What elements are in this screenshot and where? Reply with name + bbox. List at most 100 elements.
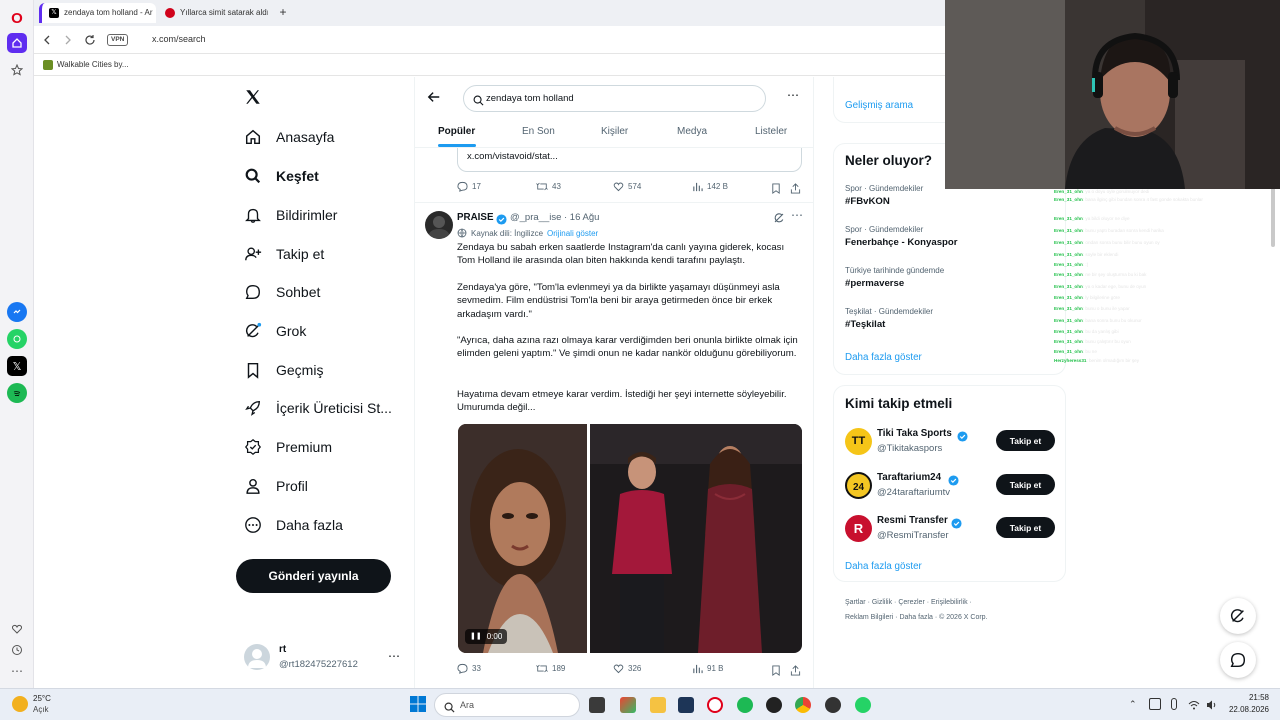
repost-button[interactable]: 43: [536, 181, 561, 192]
repost-button[interactable]: 189: [536, 663, 565, 674]
wifi-icon[interactable]: [1188, 698, 1200, 710]
x-app-icon[interactable]: 𝕏: [7, 356, 27, 376]
weather-moon-icon[interactable]: [12, 696, 28, 712]
bookmark-button[interactable]: [771, 181, 781, 199]
messenger-icon[interactable]: [7, 302, 27, 322]
tweet-date[interactable]: · 16 Ağu: [564, 212, 599, 223]
nav-notifications[interactable]: Bildirimler: [243, 200, 337, 230]
tweet-author-handle[interactable]: @_pra__ise: [510, 212, 561, 223]
tweet-menu-icon[interactable]: ⋯: [791, 208, 803, 222]
vpn-badge[interactable]: VPN: [107, 34, 129, 46]
microphone-icon[interactable]: [1171, 698, 1177, 710]
footer-terms[interactable]: Şartlar: [845, 599, 866, 606]
more-dots-icon[interactable]: ⋯: [7, 661, 27, 681]
messages-fab[interactable]: [1220, 642, 1256, 678]
spotify-taskbar-icon[interactable]: [737, 697, 753, 713]
share-button[interactable]: [790, 181, 801, 199]
like-button[interactable]: 326: [613, 663, 641, 674]
bookmark-button[interactable]: [771, 663, 781, 681]
bookmark-item[interactable]: Walkable Cities by...: [57, 60, 129, 69]
nav-premium[interactable]: Premium: [243, 432, 332, 462]
search-options-icon[interactable]: ⋯: [787, 88, 799, 102]
link-card[interactable]: x.com/vistavoid/stat...: [457, 148, 802, 172]
tray-chevron-icon[interactable]: ⌃: [1129, 699, 1137, 710]
opera-logo-icon[interactable]: O: [7, 8, 27, 28]
grok-fab[interactable]: [1220, 598, 1256, 634]
tab-popular[interactable]: Popüler: [438, 126, 475, 137]
whatsapp-taskbar-icon[interactable]: [855, 697, 871, 713]
suggest-name[interactable]: Resmi Transfer: [877, 515, 948, 526]
volume-icon[interactable]: [1206, 698, 1218, 710]
tab-inactive[interactable]: Yıllarca simit satarak aldığı: [158, 3, 268, 23]
nav-bookmarks[interactable]: Geçmiş: [243, 355, 323, 385]
nav-creator-studio[interactable]: İçerik Üreticisi St...: [243, 393, 392, 423]
reload-icon[interactable]: [84, 33, 96, 51]
follow-button[interactable]: Takip et: [996, 430, 1055, 451]
trend-item[interactable]: Teşkilat · Gündemdekiler #Teşkilat: [845, 307, 933, 330]
weather-temp[interactable]: 25°C: [33, 694, 51, 703]
back-arrow-icon[interactable]: [427, 90, 441, 109]
nav-grok[interactable]: Grok: [243, 316, 306, 346]
tab-media[interactable]: Medya: [677, 126, 707, 137]
footer-privacy[interactable]: Gizlilik: [872, 599, 892, 606]
forward-icon[interactable]: [63, 33, 73, 51]
windows-start-icon[interactable]: [410, 696, 426, 717]
home-workspace-icon[interactable]: [7, 33, 27, 53]
back-icon[interactable]: [42, 33, 52, 51]
url-field[interactable]: x.com/search: [152, 34, 206, 44]
x-logo-icon[interactable]: [244, 88, 262, 111]
advanced-search-link[interactable]: Gelişmiş arama: [845, 100, 913, 111]
msn-icon[interactable]: [620, 697, 636, 713]
trend-item[interactable]: Spor · Gündemdekiler Fenerbahçe - Konyas…: [845, 225, 958, 248]
tab-lists[interactable]: Listeler: [755, 126, 787, 137]
avatar[interactable]: [244, 644, 270, 670]
tweet-video[interactable]: ❚❚ 0:00: [458, 424, 587, 653]
trend-item[interactable]: Türkiye tarihinde gündemde #permaverse: [845, 266, 944, 289]
taskbar-search-input[interactable]: Ara: [434, 693, 580, 717]
history-icon[interactable]: [7, 640, 27, 660]
search-input[interactable]: zendaya tom holland: [463, 85, 766, 112]
obs-icon[interactable]: [825, 697, 841, 713]
store-icon[interactable]: [678, 697, 694, 713]
show-original-link[interactable]: Orijinali göster: [547, 229, 598, 238]
suggest-name[interactable]: Taraftarium24: [877, 472, 941, 483]
tab-active[interactable]: 𝕏 zendaya tom holland - Ar: [39, 3, 156, 23]
follow-button[interactable]: Takip et: [996, 517, 1055, 538]
views-button[interactable]: 142 B: [692, 181, 728, 192]
clock-date[interactable]: 22.08.2026: [1220, 705, 1269, 714]
task-view-icon[interactable]: [589, 697, 605, 713]
tab-people[interactable]: Kişiler: [601, 126, 628, 137]
post-button[interactable]: Gönderi yayınla: [236, 559, 391, 593]
opera-taskbar-icon[interactable]: [707, 697, 723, 713]
nav-more[interactable]: Daha fazla: [243, 510, 343, 540]
footer-cookies[interactable]: Çerezler: [898, 599, 924, 606]
file-explorer-icon[interactable]: [650, 697, 666, 713]
tweet-photo[interactable]: [590, 424, 802, 653]
avatar[interactable]: R: [845, 515, 872, 542]
tab-latest[interactable]: En Son: [522, 126, 555, 137]
footer-ads-info[interactable]: Reklam Bilgileri: [845, 614, 893, 621]
account-menu-icon[interactable]: ⋯: [388, 649, 400, 663]
heart-icon[interactable]: [7, 619, 27, 639]
share-button[interactable]: [790, 663, 801, 681]
network-icon[interactable]: [1149, 698, 1161, 710]
nav-home[interactable]: Anasayfa: [243, 122, 334, 152]
clock-time[interactable]: 21:58: [1229, 693, 1269, 702]
nav-follow[interactable]: Takip et: [243, 239, 324, 269]
like-button[interactable]: 574: [613, 181, 641, 192]
chrome-icon[interactable]: [795, 697, 811, 713]
spotify-icon[interactable]: [7, 383, 27, 403]
nav-explore[interactable]: Keşfet: [243, 161, 319, 191]
tweet-author-name[interactable]: PRAISE: [457, 212, 493, 223]
views-button[interactable]: 91 B: [692, 663, 723, 674]
avatar[interactable]: 24: [845, 472, 872, 499]
reply-button[interactable]: 33: [457, 663, 481, 674]
footer-more[interactable]: Daha fazla: [899, 614, 932, 621]
app-taskbar-icon[interactable]: [766, 697, 782, 713]
whatsapp-icon[interactable]: [7, 329, 27, 349]
nav-chat[interactable]: Sohbet: [243, 277, 320, 307]
footer-accessibility[interactable]: Erişilebilirlik: [931, 599, 968, 606]
suggest-name[interactable]: Tiki Taka Sports: [877, 428, 952, 439]
trends-show-more[interactable]: Daha fazla göster: [845, 352, 922, 363]
who-show-more[interactable]: Daha fazla göster: [845, 561, 922, 572]
